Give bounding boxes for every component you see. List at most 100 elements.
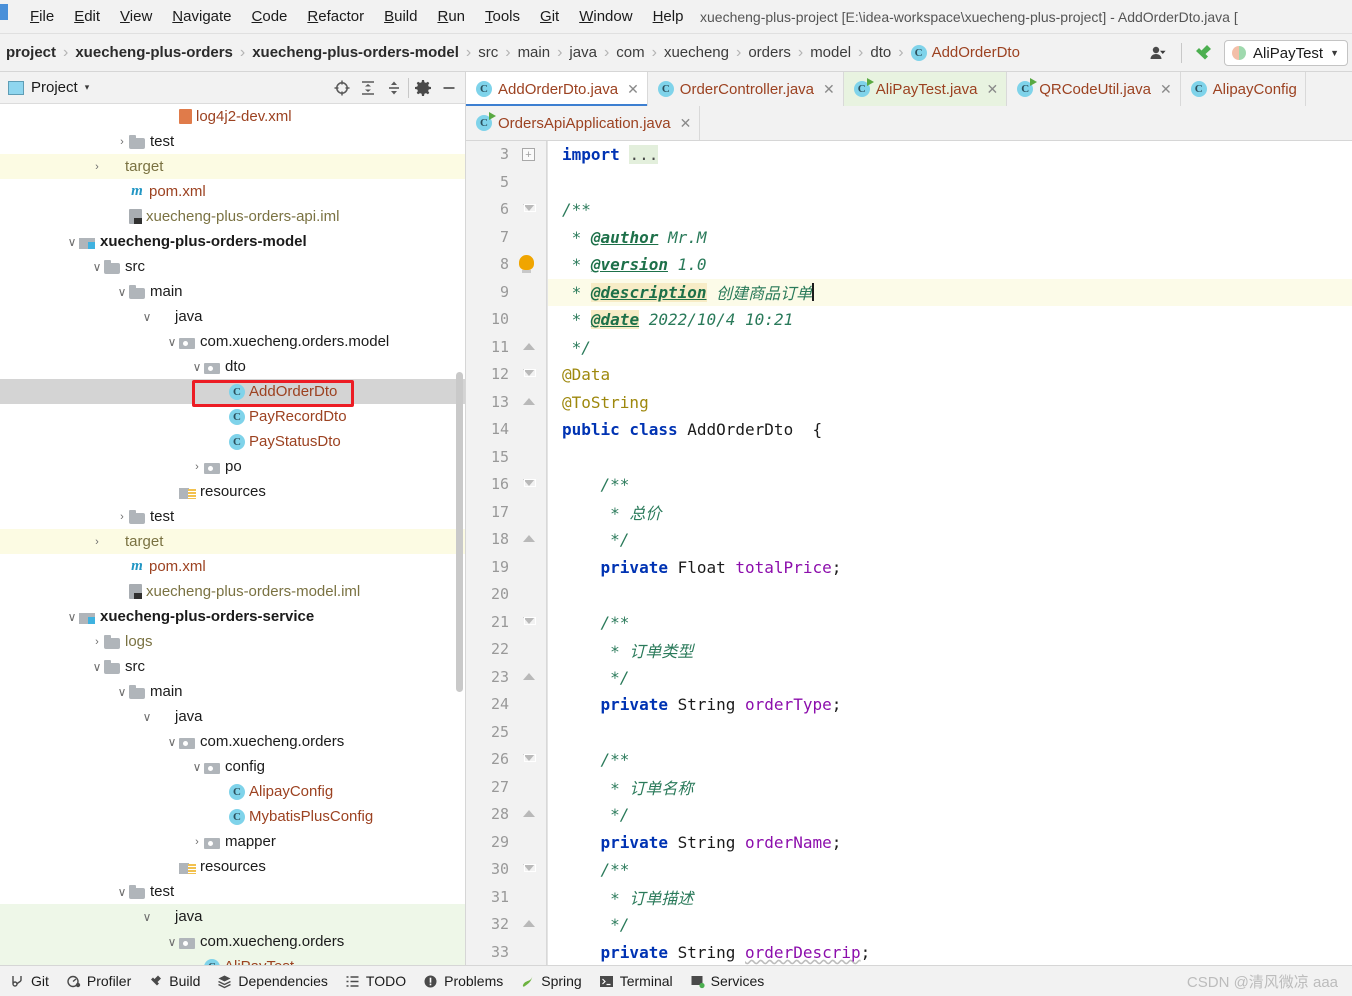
code-line-28[interactable]: */ xyxy=(548,801,1352,829)
close-icon[interactable]: ✕ xyxy=(680,115,692,132)
tree-node-log4j2-dev.xml[interactable]: log4j2-dev.xml xyxy=(0,104,465,129)
fold-end-icon[interactable] xyxy=(523,535,535,542)
tree-node-AliPayTest[interactable]: CAliPayTest xyxy=(0,954,465,965)
code-line-9[interactable]: * @description 创建商品订单 xyxy=(548,278,1352,306)
status-build[interactable]: Build xyxy=(144,973,213,989)
fold-end-icon[interactable] xyxy=(523,397,535,405)
code-line-5[interactable] xyxy=(548,169,1352,197)
chevron-down-icon[interactable]: ∨ xyxy=(190,360,204,374)
tree-node-com.xuecheng.orders[interactable]: ∨ com.xuecheng.orders xyxy=(0,929,465,954)
close-icon[interactable]: ✕ xyxy=(986,81,998,98)
breadcrumb-project[interactable]: project xyxy=(2,44,60,61)
breadcrumb-main[interactable]: main xyxy=(514,44,555,61)
tree-node-src[interactable]: ∨ src xyxy=(0,254,465,279)
tree-node-po[interactable]: › po xyxy=(0,454,465,479)
code-line-7[interactable]: * @author Mr.M xyxy=(548,224,1352,252)
breadcrumb-xuecheng[interactable]: xuecheng xyxy=(660,44,733,61)
code-line-10[interactable]: * @date 2022/10/4 10:21 xyxy=(548,306,1352,334)
fold-collapse-icon[interactable] xyxy=(523,204,536,212)
chevron-down-icon[interactable]: ∨ xyxy=(65,235,79,249)
chevron-down-icon[interactable]: ∨ xyxy=(115,885,129,899)
code-line-14[interactable]: public class AddOrderDto { xyxy=(548,416,1352,444)
code-line-17[interactable]: * 总价 xyxy=(548,499,1352,527)
editor-gutter[interactable]: 3 +5 6 7 8 9 10 11 12 13 14 15 16 17 18 19 20 21 22 23 24 25 2… xyxy=(466,141,548,965)
tree-node-resources[interactable]: resources xyxy=(0,854,465,879)
tree-node-java[interactable]: ∨ java xyxy=(0,904,465,929)
chevron-right-icon[interactable]: › xyxy=(190,460,204,474)
breadcrumb-xuecheng-plus-orders-model[interactable]: xuecheng-plus-orders-model xyxy=(248,44,463,61)
menu-view[interactable]: View xyxy=(110,6,162,27)
tree-node-pom.xml[interactable]: m pom.xml xyxy=(0,554,465,579)
code-line-33[interactable]: private String orderDescrip; xyxy=(548,939,1352,966)
close-icon[interactable]: ✕ xyxy=(627,81,639,98)
chevron-down-icon[interactable]: ▼ xyxy=(1330,48,1339,58)
code-line-11[interactable]: */ xyxy=(548,334,1352,362)
breadcrumb-xuecheng-plus-orders[interactable]: xuecheng-plus-orders xyxy=(71,44,237,61)
tree-node-pom.xml[interactable]: m pom.xml xyxy=(0,179,465,204)
user-icon[interactable] xyxy=(1147,40,1173,66)
chevron-right-icon[interactable]: › xyxy=(90,160,104,174)
menu-edit[interactable]: Edit xyxy=(64,6,110,27)
editor-tab-AlipayConfig[interactable]: C AlipayConfig xyxy=(1180,72,1306,106)
close-icon[interactable]: ✕ xyxy=(1160,81,1172,98)
tree-node-PayRecordDto[interactable]: C PayRecordDto xyxy=(0,404,465,429)
status-todo[interactable]: TODO xyxy=(341,973,419,989)
chevron-down-icon[interactable]: ∨ xyxy=(90,260,104,274)
menu-help[interactable]: Help xyxy=(643,6,694,27)
code-line-12[interactable]: @Data xyxy=(548,361,1352,389)
code-line-3[interactable]: import ... xyxy=(548,141,1352,169)
tree-node-main[interactable]: ∨ main xyxy=(0,679,465,704)
chevron-right-icon[interactable]: › xyxy=(90,635,104,649)
run-configuration-selector[interactable]: AliPayTest ▼ xyxy=(1224,40,1348,66)
tree-node-src[interactable]: ∨ src xyxy=(0,654,465,679)
code-line-24[interactable]: private String orderType; xyxy=(548,691,1352,719)
fold-collapse-icon[interactable] xyxy=(523,864,536,872)
hide-panel-icon[interactable] xyxy=(437,76,461,100)
tree-node-xuecheng-plus-orders-api.iml[interactable]: xuecheng-plus-orders-api.iml xyxy=(0,204,465,229)
tree-node-target[interactable]: › target xyxy=(0,154,465,179)
code-line-15[interactable] xyxy=(548,444,1352,472)
chevron-down-icon[interactable]: ∨ xyxy=(140,910,154,924)
tree-node-java[interactable]: ∨ java xyxy=(0,704,465,729)
collapse-all-icon[interactable] xyxy=(382,76,406,100)
fold-end-icon[interactable] xyxy=(523,920,535,927)
chevron-right-icon[interactable]: › xyxy=(115,510,129,524)
tree-node-AlipayConfig[interactable]: C AlipayConfig xyxy=(0,779,465,804)
code-line-31[interactable]: * 订单描述 xyxy=(548,884,1352,912)
chevron-down-icon[interactable]: ∨ xyxy=(140,310,154,324)
breadcrumb-dto[interactable]: dto xyxy=(866,44,895,61)
fold-collapse-icon[interactable] xyxy=(523,754,536,762)
breadcrumb-src[interactable]: src xyxy=(474,44,502,61)
editor-tab-QRCodeUtil[interactable]: C QRCodeUtil.java ✕ xyxy=(1007,72,1181,106)
tree-node-test[interactable]: › test xyxy=(0,129,465,154)
chevron-down-icon[interactable]: ▾ xyxy=(85,82,90,93)
chevron-down-icon[interactable]: ∨ xyxy=(115,285,129,299)
status-git[interactable]: Git xyxy=(6,973,62,989)
chevron-down-icon[interactable]: ∨ xyxy=(165,935,179,949)
tree-node-dto[interactable]: ∨ dto xyxy=(0,354,465,379)
menu-file[interactable]: File xyxy=(20,6,64,27)
breadcrumb-com[interactable]: com xyxy=(612,44,648,61)
chevron-down-icon[interactable]: ∨ xyxy=(140,710,154,724)
code-line-32[interactable]: */ xyxy=(548,911,1352,939)
expand-all-icon[interactable] xyxy=(356,76,380,100)
chevron-down-icon[interactable]: ∨ xyxy=(65,610,79,624)
code-content[interactable]: import ... /** * @author Mr.M * @version … xyxy=(548,141,1352,965)
code-line-6[interactable]: /** xyxy=(548,196,1352,224)
code-line-8[interactable]: * @version 1.0 xyxy=(548,251,1352,279)
chevron-right-icon[interactable]: › xyxy=(115,135,129,149)
menu-tools[interactable]: Tools xyxy=(475,6,530,27)
hammer-icon[interactable] xyxy=(1190,40,1216,66)
chevron-down-icon[interactable]: ∨ xyxy=(190,760,204,774)
fold-end-icon[interactable] xyxy=(523,342,535,350)
status-spring[interactable]: Spring xyxy=(516,973,594,989)
code-line-16[interactable]: /** xyxy=(548,471,1352,499)
menu-run[interactable]: Run xyxy=(427,6,475,27)
code-viewport[interactable]: 3 +5 6 7 8 9 10 11 12 13 14 15 16 17 18 19 20 21 22 23 24 25 2… xyxy=(466,141,1352,965)
code-line-19[interactable]: private Float totalPrice; xyxy=(548,554,1352,582)
tree-node-com.xuecheng.orders[interactable]: ∨ com.xuecheng.orders xyxy=(0,729,465,754)
tree-node-target[interactable]: › target xyxy=(0,529,465,554)
tree-node-com.xuecheng.orders.model[interactable]: ∨ com.xuecheng.orders.model xyxy=(0,329,465,354)
fold-expand-icon[interactable]: + xyxy=(522,148,535,161)
code-line-26[interactable]: /** xyxy=(548,746,1352,774)
